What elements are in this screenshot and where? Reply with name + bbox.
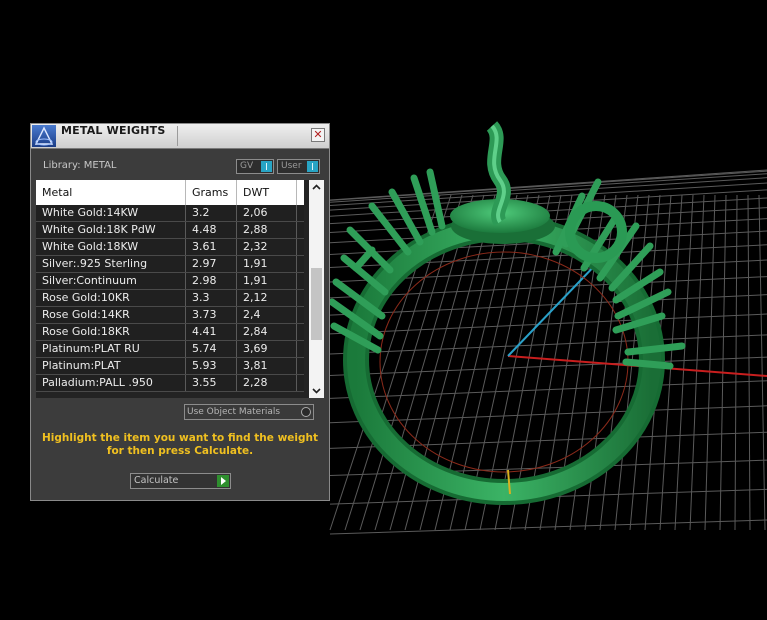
table-row[interactable]: Platinum:PLAT RU 5.74 3,69 <box>36 341 304 358</box>
metal-weights-panel: METAL WEIGHTS ✕ Library: METAL GV User M… <box>30 123 330 501</box>
cell-metal: Rose Gold:18KR <box>36 324 186 340</box>
cell-metal: White Gold:14KW <box>36 205 186 221</box>
table-row[interactable]: Rose Gold:14KR 3.73 2,4 <box>36 307 304 324</box>
table-row[interactable]: White Gold:18KW 3.61 2,32 <box>36 239 304 256</box>
cell-dwt: 2,12 <box>237 290 297 306</box>
cell-dwt: 2,88 <box>237 222 297 238</box>
cell-metal: Platinum:PLAT RU <box>36 341 186 357</box>
chevron-up-icon[interactable] <box>309 180 324 195</box>
table-row[interactable]: White Gold:18K PdW 4.48 2,88 <box>36 222 304 239</box>
cell-metal: Rose Gold:14KR <box>36 307 186 323</box>
panel-title: METAL WEIGHTS <box>61 124 166 137</box>
cell-spacer <box>297 239 304 255</box>
cell-grams: 2.98 <box>186 273 237 289</box>
calculate-button[interactable]: Calculate <box>130 473 231 489</box>
ring-model[interactable] <box>328 121 686 505</box>
column-header-grams[interactable]: Grams <box>186 180 237 205</box>
cell-dwt: 2,06 <box>237 205 297 221</box>
table-row[interactable]: Rose Gold:10KR 3.3 2,12 <box>36 290 304 307</box>
cell-spacer <box>297 307 304 323</box>
cell-spacer <box>297 290 304 306</box>
table-row[interactable]: Silver:Continuum 2.98 1,91 <box>36 273 304 290</box>
cell-grams: 3.55 <box>186 375 237 391</box>
cell-dwt: 1,91 <box>237 273 297 289</box>
use-object-materials-toggle[interactable]: Use Object Materials <box>184 404 314 420</box>
cell-metal: Silver:Continuum <box>36 273 186 289</box>
cell-metal: White Gold:18K PdW <box>36 222 186 238</box>
radio-icon <box>301 407 311 417</box>
panel-titlebar[interactable]: METAL WEIGHTS ✕ <box>31 124 329 149</box>
toggle-switch-icon <box>307 161 318 172</box>
cell-spacer <box>297 375 304 391</box>
close-icon: ✕ <box>313 128 323 141</box>
cell-dwt: 2,32 <box>237 239 297 255</box>
column-header-dwt[interactable]: DWT <box>237 180 297 205</box>
scrollbar-thumb[interactable] <box>311 268 322 340</box>
cell-metal: Platinum:PLAT <box>36 358 186 374</box>
cell-spacer <box>297 358 304 374</box>
cell-metal: Rose Gold:10KR <box>36 290 186 306</box>
cell-grams: 4.41 <box>186 324 237 340</box>
gv-toggle[interactable]: GV <box>236 159 274 174</box>
cell-grams: 3.73 <box>186 307 237 323</box>
user-toggle[interactable]: User <box>277 159 320 174</box>
cell-metal: Silver:.925 Sterling <box>36 256 186 272</box>
cell-dwt: 3,69 <box>237 341 297 357</box>
table-row[interactable]: Silver:.925 Sterling 2.97 1,91 <box>36 256 304 273</box>
table-row[interactable]: White Gold:14KW 3.2 2,06 <box>36 205 304 222</box>
cell-dwt: 2,28 <box>237 375 297 391</box>
cell-grams: 5.93 <box>186 358 237 374</box>
cell-grams: 4.48 <box>186 222 237 238</box>
table-row[interactable]: Palladium:PALL .950 3.55 2,28 <box>36 375 304 392</box>
table-header: Metal Grams DWT <box>36 180 304 205</box>
cell-dwt: 2,4 <box>237 307 297 323</box>
cell-grams: 3.3 <box>186 290 237 306</box>
use-object-materials-label: Use Object Materials <box>187 407 281 417</box>
cell-grams: 2.97 <box>186 256 237 272</box>
cell-spacer <box>297 205 304 221</box>
instruction-text: Highlight the item you want to find the … <box>42 432 318 457</box>
column-header-metal[interactable]: Metal <box>36 180 186 205</box>
cell-dwt: 2,84 <box>237 324 297 340</box>
chevron-down-icon[interactable] <box>309 383 324 398</box>
gv-toggle-label: GV <box>240 161 254 171</box>
cell-grams: 5.74 <box>186 341 237 357</box>
table-row[interactable]: Rose Gold:18KR 4.41 2,84 <box>36 324 304 341</box>
cell-spacer <box>297 341 304 357</box>
library-label: Library: METAL <box>43 160 117 171</box>
cell-metal: Palladium:PALL .950 <box>36 375 186 391</box>
cell-spacer <box>297 273 304 289</box>
cell-dwt: 1,91 <box>237 256 297 272</box>
user-toggle-label: User <box>281 161 302 171</box>
cell-metal: White Gold:18KW <box>36 239 186 255</box>
cell-grams: 3.61 <box>186 239 237 255</box>
calculate-label: Calculate <box>134 475 179 486</box>
table-row[interactable]: Platinum:PLAT 5.93 3,81 <box>36 358 304 375</box>
title-divider <box>177 126 178 146</box>
table-scrollbar[interactable] <box>309 180 324 398</box>
cell-dwt: 3,81 <box>237 358 297 374</box>
cell-spacer <box>297 256 304 272</box>
close-button[interactable]: ✕ <box>311 128 325 142</box>
toggle-switch-icon <box>261 161 272 172</box>
metal-table: Metal Grams DWT White Gold:14KW 3.2 2,06 Wh… <box>36 180 324 398</box>
play-arrow-icon <box>217 475 229 487</box>
cell-spacer <box>297 222 304 238</box>
table-body: White Gold:14KW 3.2 2,06 White Gold:18K PdW… <box>36 205 304 392</box>
cell-spacer <box>297 324 304 340</box>
app-logo-icon <box>32 125 56 147</box>
cell-grams: 3.2 <box>186 205 237 221</box>
